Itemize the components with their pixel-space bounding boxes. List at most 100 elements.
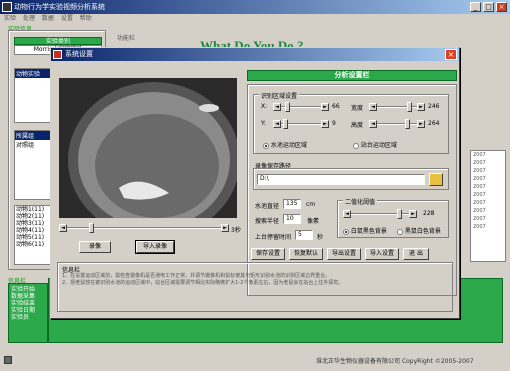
slider-thumb[interactable] xyxy=(89,223,94,233)
x-label: X: xyxy=(261,103,268,110)
list-item[interactable]: 动物实验 xyxy=(15,69,53,78)
radio-platform-area[interactable]: 站台运动区域 xyxy=(353,140,397,149)
restore-default-button[interactable]: 恢复默认 xyxy=(289,248,323,260)
video-preview[interactable] xyxy=(59,78,237,218)
platform-time-unit: 秒 xyxy=(317,234,324,241)
exp-type-header: 实验类别 xyxy=(14,37,102,45)
list-item[interactable]: 2007 xyxy=(473,159,505,167)
status-icon xyxy=(4,356,12,364)
radio-black-label: 黑鼠白色背景 xyxy=(404,228,441,235)
threshold-value: 228 xyxy=(423,210,435,217)
record-button[interactable]: 录像 xyxy=(79,241,111,253)
maximize-button[interactable]: □ xyxy=(483,2,494,12)
info-line: 数据采集 xyxy=(11,293,36,300)
app-icon xyxy=(2,2,12,12)
main-window-title: 动物行为学实验视频分析系统 xyxy=(14,3,105,11)
width-value: 246 xyxy=(428,103,440,110)
folder-browse-icon[interactable] xyxy=(429,173,443,186)
radio-black-indicator[interactable] xyxy=(397,228,403,235)
video-position-slider[interactable]: ◄ ► xyxy=(59,223,229,233)
dialog-info-text: 1、在设置运动区域前，需检查摄像机是否通电工作正常，并调节摄像机和鼠标使其与矩形… xyxy=(62,273,450,287)
y-value: 9 xyxy=(332,120,336,127)
function-label: 功能栏 xyxy=(117,35,136,42)
list-item[interactable]: 动物5(11) xyxy=(16,234,53,241)
analysis-panel-title: 分析设置栏 xyxy=(247,70,457,81)
info-line: 实验开始 xyxy=(11,286,36,293)
list-item[interactable]: 2007 xyxy=(473,167,505,175)
radio-platform-label: 站台运动区域 xyxy=(360,142,397,149)
x-slider[interactable]: ◄ ► xyxy=(273,102,329,112)
threshold-slider[interactable]: ◄ ► xyxy=(343,209,417,219)
list-item[interactable]: 2007 xyxy=(473,207,505,215)
slider-left-arrow[interactable]: ◄ xyxy=(59,224,67,232)
import-video-button[interactable]: 导入录像 xyxy=(135,240,175,254)
search-radius-label: 搜索半径 xyxy=(255,218,280,225)
radio-white-indicator[interactable] xyxy=(343,228,349,235)
radio-pool-indicator[interactable] xyxy=(263,142,269,149)
pool-diameter-label: 水池直径 xyxy=(255,203,280,210)
search-radius-field[interactable]: 10 xyxy=(283,214,301,224)
width-slider[interactable]: ◄ ► xyxy=(369,102,425,112)
save-settings-button[interactable]: 保存设置 xyxy=(251,248,285,260)
main-title-bar: 动物行为学实验视频分析系统 _ □ × xyxy=(0,0,510,14)
menu-data[interactable]: 数据 xyxy=(42,15,54,22)
platform-time-label: 上台停留时间 xyxy=(255,234,292,241)
list-item[interactable]: 2007 xyxy=(473,191,505,199)
radio-white-bg-area[interactable]: 白鼠黑色背景 xyxy=(343,226,387,235)
list-item[interactable]: 动物6(11) xyxy=(16,241,53,248)
list-item[interactable]: 2007 xyxy=(473,151,505,159)
width-label: 宽度 xyxy=(351,105,364,112)
radio-black-bg-area[interactable]: 黑鼠白色背景 xyxy=(397,226,441,235)
right-file-list[interactable]: 2007 2007 2007 2007 2007 2007 2007 2007 … xyxy=(470,150,506,262)
height-slider[interactable]: ◄ ► xyxy=(369,119,425,129)
animal-list[interactable]: 动物1(11) 动物2(11) 动物3(11) 动物4(11) 动物5(11) … xyxy=(14,205,54,265)
dialog-title-bar: 系统设置 × xyxy=(51,48,459,61)
radio-platform-indicator[interactable] xyxy=(353,142,359,149)
list-item[interactable]: 2007 xyxy=(473,199,505,207)
info-line: 1、在设置运动区域前，需检查摄像机是否通电工作正常，并调节摄像机和鼠标使其与矩形… xyxy=(62,273,331,279)
slider-right-arrow[interactable]: ► xyxy=(221,224,229,232)
info-line: 实验日期 xyxy=(11,307,36,314)
list-item[interactable]: 动物4(11) xyxy=(16,227,53,234)
export-settings-button[interactable]: 导出设置 xyxy=(327,248,361,260)
list-item[interactable]: 2007 xyxy=(473,223,505,231)
list-item[interactable]: 2007 xyxy=(473,183,505,191)
dialog-title: 系统设置 xyxy=(65,50,93,58)
pool-diameter-field[interactable]: 135 xyxy=(283,199,301,209)
menu-help[interactable]: 帮助 xyxy=(80,15,92,22)
list-item[interactable]: 动物3(11) xyxy=(16,220,53,227)
close-button[interactable]: × xyxy=(496,2,507,12)
exit-button[interactable]: 退 出 xyxy=(403,248,429,260)
info-line: 实验结束 xyxy=(11,300,36,307)
dialog-icon xyxy=(53,50,62,59)
footer-copyright: CopyRight ©2005-2007 xyxy=(401,358,474,365)
list-item[interactable]: 动物2(11) xyxy=(16,213,53,220)
list-item[interactable]: 2007 xyxy=(473,175,505,183)
settings-dialog: 系统设置 × ◄ ► 3秒 录像 导入录像 分析设置栏 识别区域设置 X: ◄ ►… xyxy=(50,47,460,319)
radio-pool-label: 水池运动区域 xyxy=(270,142,307,149)
binarize-group-title: 二值化阈值 xyxy=(343,197,378,206)
import-settings-button[interactable]: 导入设置 xyxy=(365,248,399,260)
footer-company: 淮北正华生物仪器设备有限公司 xyxy=(316,358,401,365)
menu-settings[interactable]: 设置 xyxy=(61,15,73,22)
menu-bar: 实验 处理 数据 设置 帮助 xyxy=(0,14,510,23)
y-slider[interactable]: ◄ ► xyxy=(273,119,329,129)
list-item[interactable]: 对照组 xyxy=(15,140,53,149)
list-item[interactable]: 动物1(11) xyxy=(16,206,53,213)
menu-experiment[interactable]: 实验 xyxy=(4,15,16,22)
minimize-button[interactable]: _ xyxy=(470,2,481,12)
dialog-close-button[interactable]: × xyxy=(445,49,457,60)
platform-time-field[interactable]: 5 xyxy=(295,230,313,240)
menu-process[interactable]: 处理 xyxy=(23,15,35,22)
group-list[interactable]: 所属组 对照组 xyxy=(14,130,54,200)
y-label: Y: xyxy=(261,120,266,127)
x-value: 66 xyxy=(332,103,340,110)
save-path-field[interactable]: D:\ xyxy=(257,174,425,185)
dialog-info-group: 信息栏 1、在设置运动区域前，需检查摄像机是否通电工作正常，并调节摄像机和鼠标使… xyxy=(57,262,453,312)
experiment-list[interactable]: 动物实验 xyxy=(14,68,54,123)
list-item[interactable]: 2007 xyxy=(473,215,505,223)
radio-pool-area[interactable]: 水池运动区域 xyxy=(263,140,307,149)
pool-diameter-unit: cm xyxy=(306,201,316,208)
group-header: 所属组 xyxy=(15,131,53,140)
pool-image xyxy=(59,78,237,218)
